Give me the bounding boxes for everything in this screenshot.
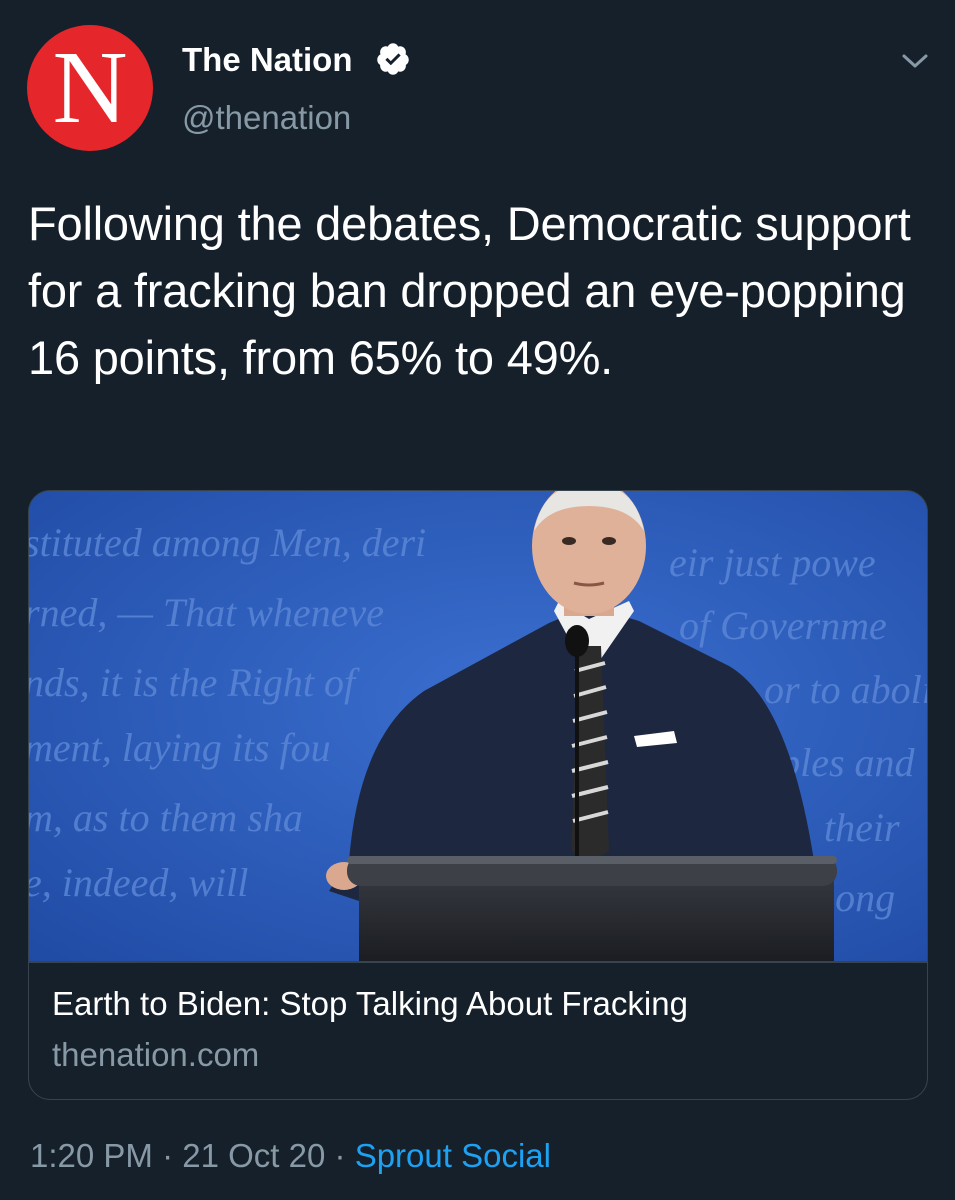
- card-title[interactable]: Earth to Biden: Stop Talking About Frack…: [52, 983, 688, 1025]
- background-script-line: m, as to them sha: [29, 795, 303, 840]
- background-script-line: eir just powe: [669, 540, 876, 585]
- background-script-line: stituted among Men, deri: [29, 520, 426, 565]
- background-script-line: their: [824, 805, 900, 850]
- background-script-line: ment, laying its fou: [29, 725, 331, 770]
- separator: ·: [334, 1137, 346, 1174]
- tweet-date[interactable]: 21 Oct 20: [182, 1137, 325, 1174]
- background-script-line: rned, — That wheneve: [29, 590, 384, 635]
- background-script-line: nds, it is the Right of: [29, 660, 360, 705]
- card-divider: [29, 961, 927, 963]
- card-domain[interactable]: thenation.com: [52, 1034, 259, 1076]
- photo-of-speaker-at-podium-icon: stituted among Men, deri eir just powe rne…: [29, 491, 927, 961]
- handle[interactable]: @thenation: [182, 98, 351, 138]
- chevron-down-icon[interactable]: [900, 50, 930, 72]
- avatar-letter: N: [52, 30, 128, 145]
- tweet-text: Following the debates, Democratic suppor…: [28, 197, 911, 384]
- verified-badge-icon: [377, 43, 409, 75]
- background-script-line: long: [824, 875, 895, 920]
- tweet-time[interactable]: 1:20 PM: [30, 1137, 153, 1174]
- background-script-line: e, indeed, will: [29, 860, 248, 905]
- link-card[interactable]: stituted among Men, deri eir just powe rne…: [28, 490, 928, 1100]
- background-script-line: of Governme: [679, 603, 887, 648]
- source-link[interactable]: Sprout Social: [355, 1137, 551, 1174]
- card-image[interactable]: stituted among Men, deri eir just powe rne…: [29, 491, 927, 961]
- background-script-line: or to aboli: [764, 667, 927, 712]
- separator: ·: [162, 1137, 174, 1174]
- tweet: N The Nation @thenation Following the de…: [0, 0, 955, 1200]
- display-name[interactable]: The Nation: [182, 40, 353, 80]
- avatar[interactable]: N: [27, 25, 153, 151]
- tweet-meta: 1:20 PM · 21 Oct 20 · Sprout Social: [30, 1134, 551, 1178]
